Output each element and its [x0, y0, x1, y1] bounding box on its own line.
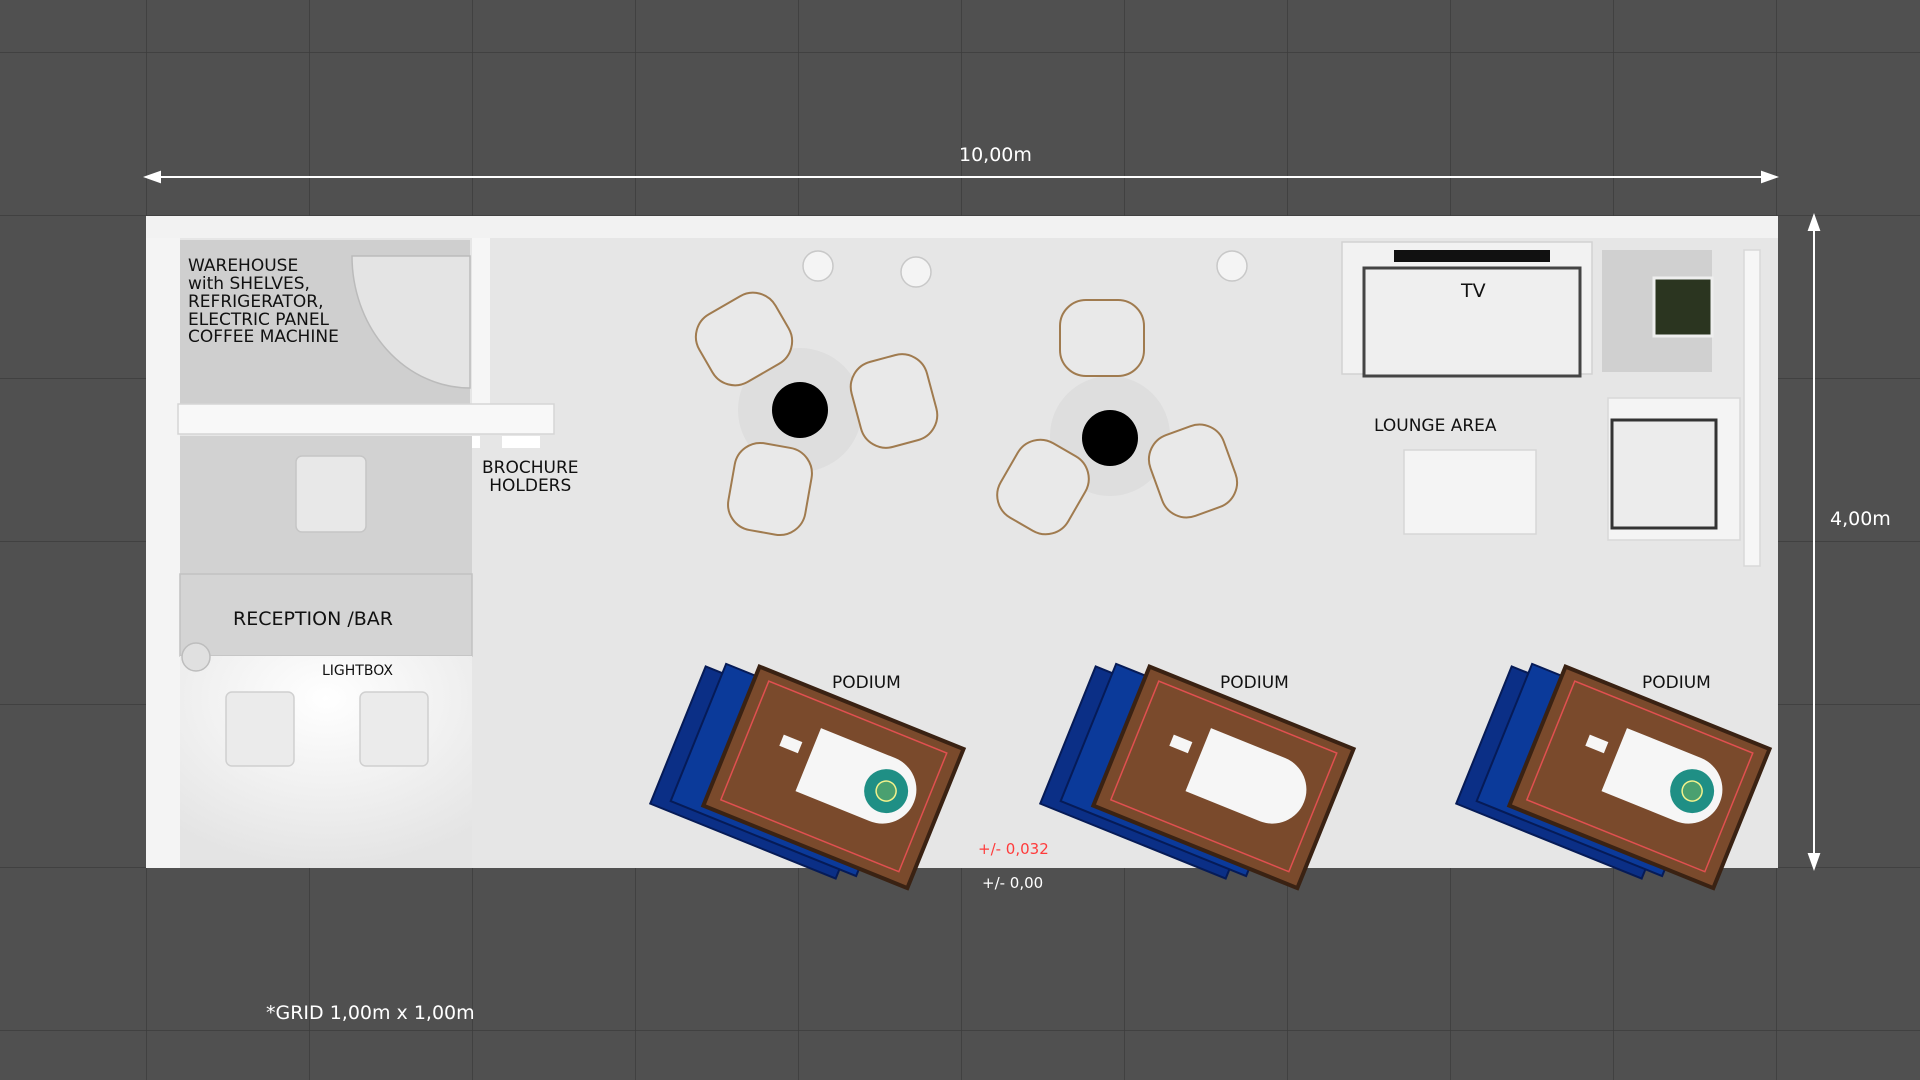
lightbox-label: LIGHTBOX [322, 663, 393, 679]
reception-lamp [181, 642, 211, 672]
warehouse-label-line: REFRIGERATOR, [188, 291, 324, 312]
level-base-label: +/- 0,00 [982, 874, 1044, 892]
warehouse-label-line: with SHELVES, [188, 273, 310, 294]
width-dimension-label: 10,00m [959, 144, 1032, 166]
table-top-1 [772, 382, 828, 438]
brochure-holders-label: BROCHURE HOLDERS [482, 459, 579, 496]
tv-screen [1394, 250, 1550, 262]
shelf-counter [177, 403, 555, 435]
reception-stool [295, 455, 367, 533]
grid-note-label: *GRID 1,00m x 1,00m [266, 1002, 475, 1024]
warehouse-label-line: COFFEE MACHINE [188, 327, 339, 348]
table-top-2 [1082, 410, 1138, 466]
podium-label-2: PODIUM [1220, 673, 1289, 693]
podium-label-1: PODIUM [832, 673, 901, 693]
left-wall [146, 216, 180, 868]
tv-label: TV [1461, 280, 1486, 302]
reception-bar-label: RECEPTION /BAR [233, 608, 393, 630]
lounge-area-label: LOUNGE AREA [1374, 416, 1497, 436]
warehouse-label: WAREHOUSE with SHELVES, REFRIGERATOR, EL… [188, 257, 339, 348]
brochure-holder-2 [502, 436, 540, 448]
warehouse-partition [472, 238, 490, 404]
plant [1652, 276, 1714, 338]
back-wall [146, 216, 1778, 238]
brochure-label-line: HOLDERS [489, 475, 572, 496]
podium-label-3: PODIUM [1642, 673, 1711, 693]
bar-chair-1 [225, 691, 295, 767]
bar-chair-2 [359, 691, 429, 767]
level-top-label: +/- 0,032 [978, 840, 1049, 858]
depth-dimension-label: 4,00m [1830, 508, 1891, 530]
lounge-right-wall [1743, 249, 1761, 567]
lounge-armchair-seat [1610, 418, 1718, 530]
lounge-coffee-table [1403, 449, 1537, 535]
